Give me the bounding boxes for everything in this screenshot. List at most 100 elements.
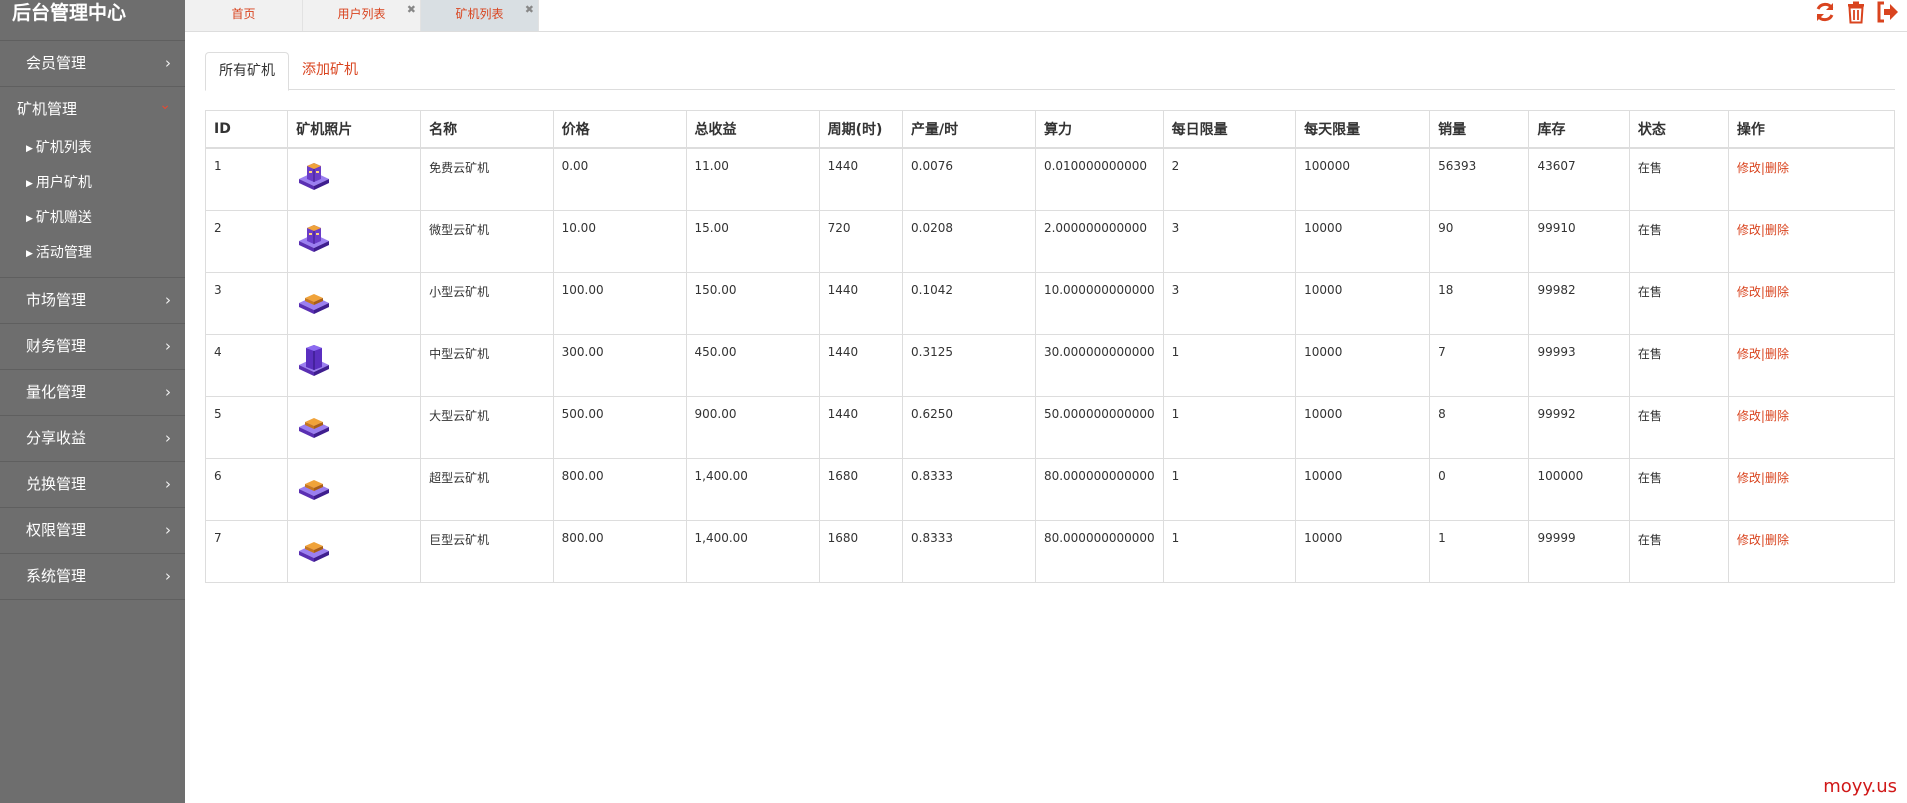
delete-link[interactable]: 删除 [1765, 223, 1789, 237]
menu-item-share[interactable]: 分享收益 › [0, 416, 185, 462]
close-icon[interactable]: ✖ [525, 0, 534, 24]
sidebar-menu: 会员管理 › 矿机管理 ⌄ ▶ 矿机列表 ▶ 用户矿机 ▶ 矿机赠送 ▶ 活动管理 市场管理… [0, 41, 185, 600]
close-icon[interactable]: ✖ [407, 0, 416, 24]
menu-item-label: 系统管理 [26, 567, 87, 585]
cell-power: 80.000000000000 [1034, 520, 1164, 583]
cell-stock: 99910 [1528, 210, 1630, 273]
miner-image [296, 157, 412, 193]
menu-item-label: 量化管理 [26, 383, 87, 401]
miner-image [296, 467, 412, 503]
edit-link[interactable]: 修改 [1737, 285, 1761, 299]
cell-daily: 1 [1162, 396, 1297, 459]
cell-price: 0.00 [552, 147, 687, 211]
cell-cycle: 1680 [818, 520, 904, 583]
cell-day_limit: 100000 [1295, 147, 1431, 211]
miner-image [296, 529, 412, 565]
submenu-item-miner-list[interactable]: ▶ 矿机列表 [0, 131, 185, 166]
chevron-right-icon: › [165, 337, 171, 355]
cell-cycle: 720 [818, 210, 904, 273]
trash-icon[interactable] [1844, 0, 1868, 24]
toolbar [1811, 0, 1899, 26]
menu-item-member[interactable]: 会员管理 › [0, 41, 185, 87]
menu-item-label: 分享收益 [26, 429, 87, 447]
menu-item-system[interactable]: 系统管理 › [0, 554, 185, 600]
cell-sales: 8 [1429, 396, 1530, 459]
column-header: 矿机照片 [287, 110, 422, 149]
cell-sales: 7 [1429, 334, 1530, 397]
cell-power: 10.000000000000 [1034, 272, 1164, 335]
tab-label: 首页 [231, 7, 256, 21]
cell-output: 0.6250 [902, 396, 1036, 459]
cell-total: 1,400.00 [685, 520, 820, 583]
delete-link[interactable]: 删除 [1765, 285, 1789, 299]
miner-image [296, 343, 412, 379]
table-row: 6 超型云矿机 800.00 1,400.00 1680 0.8333 80.0000000… [204, 458, 1896, 521]
cell-power: 50.000000000000 [1034, 396, 1164, 459]
miner-table: ID 矿机照片 名称 价格 总收益 周期(时) 产量/时 算力 每日限量 每天限… [204, 110, 1896, 583]
delete-link[interactable]: 删除 [1765, 161, 1789, 175]
cell-sales: 56393 [1429, 147, 1530, 211]
submenu-item-activity[interactable]: ▶ 活动管理 [0, 236, 185, 271]
menu-item-exchange[interactable]: 兑换管理 › [0, 462, 185, 508]
cell-stock: 99992 [1528, 396, 1630, 459]
miner-image [296, 281, 412, 317]
menu-item-market[interactable]: 市场管理 › [0, 278, 185, 324]
logout-icon[interactable] [1875, 0, 1899, 24]
cell-day_limit: 10000 [1295, 520, 1431, 583]
column-header: 销量 [1429, 110, 1530, 149]
submenu-item-user-miner[interactable]: ▶ 用户矿机 [0, 166, 185, 201]
delete-link[interactable]: 删除 [1765, 347, 1789, 361]
menu-item-label: 财务管理 [26, 337, 87, 355]
cell-output: 0.8333 [902, 458, 1036, 521]
submenu-label: 用户矿机 [35, 175, 92, 191]
submenu-item-miner-gift[interactable]: ▶ 矿机赠送 [0, 201, 185, 236]
caret-right-icon: ▶ [26, 214, 33, 224]
delete-link[interactable]: 删除 [1765, 409, 1789, 423]
cell-price: 100.00 [552, 272, 687, 335]
content-tabs: 所有矿机 添加矿机 [205, 52, 1895, 91]
cell-name: 小型云矿机 [420, 272, 554, 335]
edit-link[interactable]: 修改 [1737, 223, 1761, 237]
menu-item-miner[interactable]: 矿机管理 ⌄ [0, 87, 185, 131]
tab-miner-list[interactable]: 矿机列表 ✖ [421, 0, 539, 31]
menu-item-quant[interactable]: 量化管理 › [0, 370, 185, 416]
cell-price: 500.00 [552, 396, 687, 459]
cell-output: 0.0076 [902, 147, 1036, 211]
menu-item-label: 矿机管理 [17, 100, 78, 118]
cell-stock: 43607 [1528, 147, 1630, 211]
menu-item-permission[interactable]: 权限管理 › [0, 508, 185, 554]
tab-user-list[interactable]: 用户列表 ✖ [303, 0, 421, 31]
tab-label: 用户列表 [337, 7, 386, 21]
table-row: 5 大型云矿机 500.00 900.00 1440 0.6250 50.000000000… [204, 396, 1896, 459]
cell-day_limit: 10000 [1295, 458, 1431, 521]
miner-image [296, 219, 412, 255]
chevron-right-icon: › [165, 291, 171, 309]
tab-label: 矿机列表 [455, 7, 504, 21]
cell-power: 80.000000000000 [1034, 458, 1164, 521]
edit-link[interactable]: 修改 [1737, 347, 1761, 361]
cell-id: 1 [204, 147, 289, 211]
actions-cell: 修改|删除 [1727, 334, 1896, 397]
edit-link[interactable]: 修改 [1737, 161, 1761, 175]
edit-link[interactable]: 修改 [1737, 409, 1761, 423]
tab-add-miner[interactable]: 添加矿机 [289, 52, 371, 89]
edit-link[interactable]: 修改 [1737, 471, 1761, 485]
delete-link[interactable]: 删除 [1765, 533, 1789, 547]
cell-total: 11.00 [685, 147, 820, 211]
refresh-icon[interactable] [1813, 0, 1837, 24]
cell-sales: 90 [1429, 210, 1530, 273]
edit-link[interactable]: 修改 [1737, 533, 1761, 547]
cell-status: 在售 [1628, 210, 1729, 273]
cell-stock: 99982 [1528, 272, 1630, 335]
cell-output: 0.3125 [902, 334, 1036, 397]
cell-name: 巨型云矿机 [420, 520, 554, 583]
cell-id: 3 [204, 272, 289, 335]
delete-link[interactable]: 删除 [1765, 471, 1789, 485]
cell-id: 2 [204, 210, 289, 273]
sidebar: 后台管理中心 会员管理 › 矿机管理 ⌄ ▶ 矿机列表 ▶ 用户矿机 ▶ 矿机赠送 ▶ 活动… [0, 0, 185, 803]
cell-sales: 1 [1429, 520, 1530, 583]
column-header: 名称 [420, 110, 554, 149]
menu-item-finance[interactable]: 财务管理 › [0, 324, 185, 370]
tab-all-miners[interactable]: 所有矿机 [205, 52, 289, 91]
tab-home[interactable]: 首页 [185, 0, 303, 31]
